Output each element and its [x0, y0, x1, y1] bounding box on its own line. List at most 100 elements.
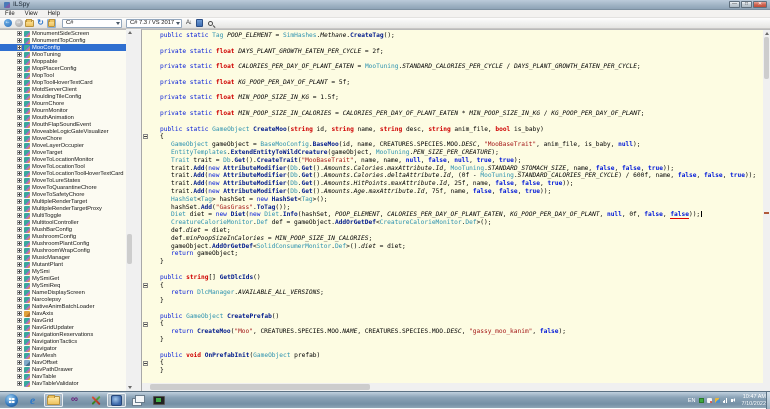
expand-plus-icon[interactable] — [17, 94, 22, 99]
expand-plus-icon[interactable] — [17, 73, 22, 78]
tree-item-MoveLayerOccupier[interactable]: MoveLayerOccupier — [0, 142, 126, 149]
tree-item-MonumentSideScreen[interactable]: MonumentSideScreen — [0, 30, 126, 37]
tree-item-NavMesh[interactable]: NavMesh — [0, 352, 126, 359]
tree-item-MoveToLureStates[interactable]: MoveToLureStates — [0, 177, 126, 184]
expand-plus-icon[interactable] — [17, 318, 22, 323]
tree-item-MushBarConfig[interactable]: MushBarConfig — [0, 226, 126, 233]
sort-assemblies-button[interactable]: A↓ — [184, 19, 193, 28]
expand-plus-icon[interactable] — [17, 248, 22, 253]
tree-item-MoveToSafetyChore[interactable]: MoveToSafetyChore — [0, 191, 126, 198]
editor-horizontal-scrollbar[interactable] — [142, 383, 763, 391]
title-bar[interactable]: ILSpy — □ ✕ — [0, 0, 770, 10]
tree-item-NavAxis[interactable]: NavAxis — [0, 310, 126, 317]
back-button[interactable]: ← — [3, 19, 12, 28]
tree-item-NavOffset[interactable]: NavOffset — [0, 359, 126, 366]
tree-item-MultipleRenderTarget[interactable]: MultipleRenderTarget — [0, 198, 126, 205]
close-button[interactable]: ✕ — [753, 1, 767, 8]
code-view[interactable]: public static Tag POOP_ELEMENT = SimHash… — [149, 32, 763, 383]
tree-item-NameDisplayScreen[interactable]: NameDisplayScreen — [0, 289, 126, 296]
expand-plus-icon[interactable] — [17, 227, 22, 232]
expand-plus-icon[interactable] — [17, 325, 22, 330]
expand-plus-icon[interactable] — [17, 367, 22, 372]
expand-plus-icon[interactable] — [17, 66, 22, 71]
menu-help[interactable]: Help — [43, 11, 65, 17]
expand-plus-icon[interactable] — [17, 87, 22, 92]
internet-explorer-task-button[interactable]: e — [23, 393, 42, 407]
scroll-down-icon[interactable] — [128, 386, 132, 389]
expand-plus-icon[interactable] — [17, 59, 22, 64]
tree-item-MultipleRenderTargetProxy[interactable]: MultipleRenderTargetProxy — [0, 205, 126, 212]
scroll-up-icon[interactable] — [128, 31, 132, 34]
start-button[interactable] — [2, 393, 21, 407]
expand-plus-icon[interactable] — [17, 157, 22, 162]
update-tray-icon[interactable] — [715, 398, 720, 403]
tree-item-MoveToLocationMonitor[interactable]: MoveToLocationMonitor — [0, 156, 126, 163]
expand-plus-icon[interactable] — [17, 171, 22, 176]
expand-plus-icon[interactable] — [17, 353, 22, 358]
tree-item-MushroomConfig[interactable]: MushroomConfig — [0, 233, 126, 240]
tree-item-MopTool[interactable]: MopTool — [0, 72, 126, 79]
expand-plus-icon[interactable] — [17, 374, 22, 379]
tree-item-MouthFlapSoundEvent[interactable]: MouthFlapSoundEvent — [0, 121, 126, 128]
expand-plus-icon[interactable] — [17, 38, 22, 43]
fold-collapse-icon[interactable] — [143, 283, 148, 288]
collapse-nodes-button[interactable] — [195, 19, 204, 28]
tree-item-MopPlacerConfig[interactable]: MopPlacerConfig — [0, 65, 126, 72]
x-app-task-button[interactable] — [86, 393, 105, 407]
expand-plus-icon[interactable] — [17, 52, 22, 57]
tree-item-MushroomPlantConfig[interactable]: MushroomPlantConfig — [0, 240, 126, 247]
tree-item-MotdServerClient[interactable]: MotdServerClient — [0, 86, 126, 93]
language-select[interactable]: C# — [62, 19, 122, 28]
fold-collapse-icon[interactable] — [143, 134, 148, 139]
expand-plus-icon[interactable] — [17, 185, 22, 190]
tree-item-NavGridUpdater[interactable]: NavGridUpdater — [0, 324, 126, 331]
show-desktop-button[interactable] — [766, 392, 770, 409]
tree-item-NavigationTactics[interactable]: NavigationTactics — [0, 338, 126, 345]
tree-item-MooConfig[interactable]: MooConfig — [0, 44, 126, 51]
expand-plus-icon[interactable] — [17, 150, 22, 155]
editor-scrollbar-thumb[interactable] — [764, 37, 769, 79]
assembly-tree[interactable]: MonumentSideScreenMonumentTopConfigMooCo… — [0, 29, 126, 391]
fold-collapse-icon[interactable] — [143, 322, 148, 327]
expand-plus-icon[interactable] — [17, 241, 22, 246]
tree-item-Moppable[interactable]: Moppable — [0, 58, 126, 65]
expand-plus-icon[interactable] — [17, 199, 22, 204]
tree-item-MoveableLogicGateVisualizer[interactable]: MoveableLogicGateVisualizer — [0, 128, 126, 135]
language-version-select[interactable]: C# 7.3 / VS 2017 — [126, 19, 182, 28]
expand-plus-icon[interactable] — [17, 164, 22, 169]
tree-item-MultitoolController[interactable]: MultitoolController — [0, 219, 126, 226]
tree-item-NativeAnimBatchLoader[interactable]: NativeAnimBatchLoader — [0, 303, 126, 310]
tree-item-MutantPlant[interactable]: MutantPlant — [0, 261, 126, 268]
expand-plus-icon[interactable] — [17, 213, 22, 218]
tree-item-MoveTarget[interactable]: MoveTarget — [0, 149, 126, 156]
tree-item-MultiToggle[interactable]: MultiToggle — [0, 212, 126, 219]
expand-plus-icon[interactable] — [17, 346, 22, 351]
expand-plus-icon[interactable] — [17, 304, 22, 309]
expand-plus-icon[interactable] — [17, 143, 22, 148]
expand-plus-icon[interactable] — [17, 269, 22, 274]
tree-item-MournChore[interactable]: MournChore — [0, 100, 126, 107]
expand-plus-icon[interactable] — [17, 234, 22, 239]
expand-plus-icon[interactable] — [17, 45, 22, 50]
tree-item-Narcolepsy[interactable]: Narcolepsy — [0, 296, 126, 303]
minimize-button[interactable]: — — [729, 1, 740, 8]
editor-vertical-scrollbar[interactable] — [763, 30, 770, 383]
refresh-button[interactable]: ↻ — [36, 19, 45, 28]
expand-plus-icon[interactable] — [17, 129, 22, 134]
explorer-task-button[interactable] — [44, 393, 63, 407]
tree-item-MouldingTileConfig[interactable]: MouldingTileConfig — [0, 93, 126, 100]
assembly-list-button[interactable] — [47, 19, 56, 28]
expand-plus-icon[interactable] — [17, 297, 22, 302]
expand-plus-icon[interactable] — [17, 332, 22, 337]
tree-item-MooTuning[interactable]: MooTuning — [0, 51, 126, 58]
clock[interactable]: 10:47 AM 7/10/2022 — [742, 394, 766, 407]
maximize-button[interactable]: □ — [741, 1, 752, 8]
fold-collapse-icon[interactable] — [143, 361, 148, 366]
expand-plus-icon[interactable] — [17, 283, 22, 288]
expand-plus-icon[interactable] — [17, 31, 22, 36]
tree-item-MySmiReq[interactable]: MySmiReq — [0, 282, 126, 289]
menu-file[interactable]: File — [0, 11, 20, 17]
volume-tray-icon[interactable] — [731, 398, 736, 403]
tree-item-MoveToLocationToolHoverTextCard[interactable]: MoveToLocationToolHoverTextCard — [0, 170, 126, 177]
expand-plus-icon[interactable] — [17, 206, 22, 211]
